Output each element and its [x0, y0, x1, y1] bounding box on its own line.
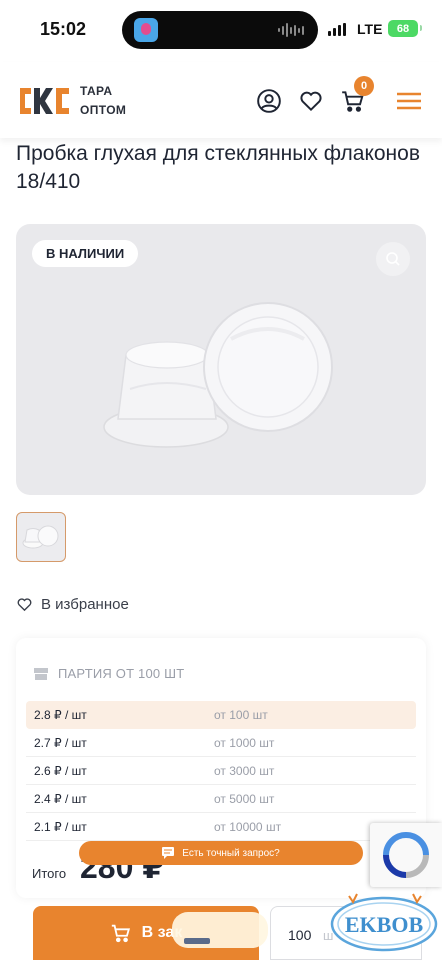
- network-label: LTE: [357, 21, 383, 37]
- tier-quantity: от 1000 шт: [214, 735, 275, 750]
- site-header: ТАРА ОПТОМ 0: [0, 62, 442, 138]
- logo-line2: ОПТОМ: [80, 103, 127, 117]
- tier-quantity: от 3000 шт: [214, 763, 275, 778]
- signal-icon: [328, 23, 346, 36]
- favorite-label: В избранное: [41, 596, 129, 613]
- recaptcha-badge[interactable]: [370, 823, 442, 887]
- zoom-button[interactable]: [376, 242, 410, 276]
- cart-count-badge: 0: [354, 76, 374, 96]
- exact-request-label: Есть точный запрос?: [182, 847, 280, 859]
- product-gallery[interactable]: В НАЛИЧИИ: [16, 224, 426, 495]
- thumbnail-1[interactable]: [16, 512, 66, 562]
- batch-info: ПАРТИЯ ОТ 100 ШТ: [34, 666, 184, 681]
- tier-price: 2.7 ₽ / шт: [34, 735, 87, 750]
- product-image: [103, 302, 333, 448]
- thumbnail-image: [22, 525, 59, 549]
- cart-icon: [111, 924, 130, 943]
- watermark-logo: EKBOB: [330, 893, 438, 952]
- battery-icon: 68: [388, 20, 422, 37]
- menu-icon[interactable]: [396, 88, 422, 114]
- price-tier-row[interactable]: 2.7 ₽ / шт от 1000 шт: [26, 729, 416, 757]
- tier-price: 2.1 ₽ / шт: [34, 819, 87, 834]
- price-tier-row[interactable]: 2.6 ₽ / шт от 3000 шт: [26, 757, 416, 785]
- logo-text: ТАРА ОПТОМ: [80, 82, 126, 120]
- tier-quantity: от 100 шт: [214, 708, 268, 722]
- audio-wave-icon: [278, 23, 304, 37]
- status-bar: 15:02 LTE 68: [0, 0, 442, 62]
- app-icon: [134, 18, 158, 42]
- total-label: Итого: [32, 866, 67, 881]
- dynamic-island: [122, 11, 318, 49]
- product-title: Пробка глухая для стеклянных флаконов 18…: [16, 142, 420, 193]
- status-time: 15:02: [40, 19, 87, 39]
- heart-icon[interactable]: [298, 88, 324, 114]
- box-icon: [34, 667, 48, 680]
- price-tier-row[interactable]: 2.1 ₽ / шт от 10000 шт: [26, 813, 416, 841]
- heart-outline-icon: [17, 598, 32, 612]
- batch-label: ПАРТИЯ ОТ 100 ШТ: [58, 666, 185, 681]
- tier-quantity: от 10000 шт: [214, 819, 282, 834]
- overlay-dash: [184, 938, 210, 944]
- tier-price: 2.6 ₽ / шт: [34, 763, 87, 778]
- tier-price: 2.8 ₽ / шт: [34, 708, 87, 722]
- quantity-value: 100: [288, 927, 312, 943]
- zoom-icon: [386, 252, 400, 266]
- price-tiers: 2.8 ₽ / шт от 100 шт 2.7 ₽ / шт от 1000 …: [26, 701, 416, 841]
- logo-line1: ТАРА: [80, 84, 113, 98]
- user-icon[interactable]: [256, 88, 282, 114]
- price-tier-row[interactable]: 2.8 ₽ / шт от 100 шт: [26, 701, 416, 729]
- logo[interactable]: [14, 84, 74, 118]
- tier-quantity: от 5000 шт: [214, 791, 275, 806]
- tier-price: 2.4 ₽ / шт: [34, 791, 87, 806]
- recaptcha-icon: [383, 832, 429, 878]
- stock-badge: В НАЛИЧИИ: [32, 240, 139, 267]
- message-icon: [162, 847, 175, 859]
- add-to-favorites[interactable]: В избранное: [16, 596, 129, 613]
- exact-request-banner[interactable]: Есть точный запрос?: [79, 841, 363, 865]
- watermark-text: EKBOB: [345, 912, 424, 937]
- price-tier-row[interactable]: 2.4 ₽ / шт от 5000 шт: [26, 785, 416, 813]
